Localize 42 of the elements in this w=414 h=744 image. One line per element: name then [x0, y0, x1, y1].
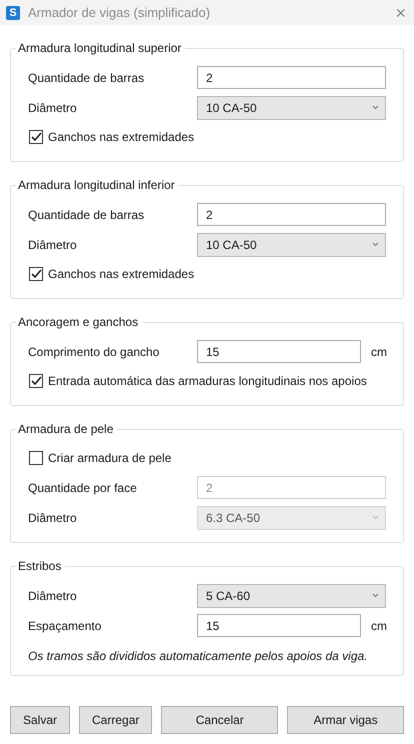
checkbox-label: Criar armadura de pele — [48, 451, 172, 465]
field-label: Diâmetro — [28, 510, 78, 524]
dialog-button[interactable]: Carregar — [79, 706, 152, 734]
text-input[interactable]: 2 — [197, 203, 386, 226]
text-input[interactable]: 15 — [197, 614, 361, 637]
app-icon: S — [6, 6, 20, 20]
dialog-button[interactable]: Armar vigas — [287, 706, 404, 734]
checkbox[interactable] — [29, 267, 43, 281]
group-title: Armadura longitudinal inferior — [17, 178, 176, 192]
checkbox-label: Ganchos nas extremidades — [48, 267, 194, 281]
group-title: Armadura longitudinal superior — [17, 41, 182, 55]
window-title: Armador de vigas (simplificado) — [28, 5, 212, 20]
dropdown[interactable]: 10 CA-50 — [197, 96, 386, 120]
text-input[interactable]: 2 — [197, 66, 386, 89]
dropdown[interactable]: 5 CA-60 — [197, 584, 386, 608]
chevron-down-icon — [372, 515, 379, 520]
checkbox[interactable] — [29, 374, 43, 388]
group-title: Ancoragem e ganchos — [17, 315, 140, 329]
field-label: Diâmetro — [28, 100, 78, 114]
chevron-down-icon — [372, 593, 379, 598]
group-title: Estribos — [17, 559, 62, 573]
dialog-button[interactable]: Cancelar — [161, 706, 278, 734]
checkbox-label: Entrada automática das armaduras longitudinais nos apoios — [48, 374, 367, 388]
field-label: Quantidade de barras — [28, 208, 146, 222]
field-label: Diâmetro — [28, 588, 78, 602]
checkbox-label: Ganchos nas extremidades — [48, 130, 194, 144]
text-input[interactable]: 15 — [197, 340, 361, 363]
note-text: Os tramos são divididos automaticamente pelos apoios da viga. — [28, 649, 369, 663]
unit-label: cm — [371, 618, 386, 632]
chevron-down-icon — [372, 105, 379, 110]
field-label: Quantidade de barras — [28, 70, 146, 84]
dialog-button[interactable]: Salvar — [10, 706, 70, 734]
chevron-down-icon — [372, 242, 379, 247]
checkbox[interactable] — [29, 451, 43, 465]
field-label: Diâmetro — [28, 238, 78, 252]
field-label: Espaçamento — [28, 618, 102, 632]
field-label: Comprimento do gancho — [28, 344, 160, 358]
checkbox[interactable] — [29, 130, 43, 144]
field-label: Quantidade por face — [28, 480, 138, 494]
group-title: Armadura de pele — [17, 422, 114, 436]
unit-label: cm — [371, 344, 386, 358]
dropdown[interactable]: 10 CA-50 — [197, 232, 386, 256]
